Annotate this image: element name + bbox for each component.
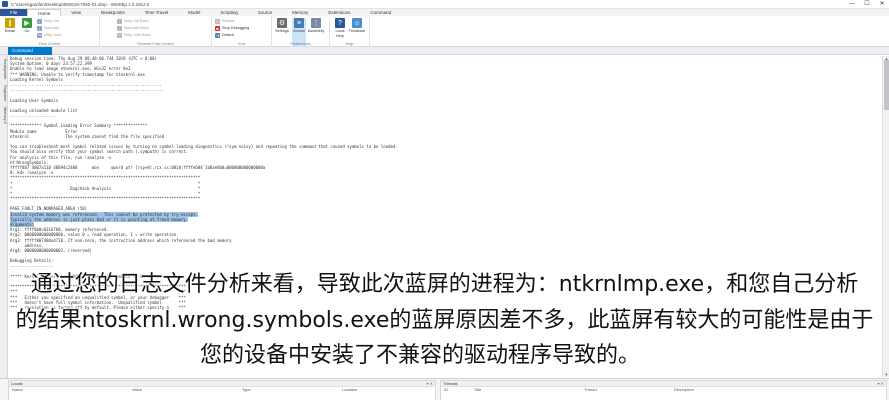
stop-icon: ■	[215, 25, 220, 31]
step-out-back-button[interactable]: ↑ Step Out Back	[117, 18, 151, 24]
stop-debugging-button[interactable]: ■ Stop Debugging	[215, 25, 249, 31]
step-into-button[interactable]: ↓ Step Into	[37, 25, 61, 31]
step-out-button[interactable]: ↑ Step Out	[37, 18, 61, 24]
tab-time-travel[interactable]: Time Travel	[135, 9, 178, 16]
reverse-flow-control-group: ↑ Step Out Back ↓ Step Into Back ↶ Step Ove…	[100, 16, 212, 47]
tab-model[interactable]: Model	[178, 9, 210, 16]
close-button[interactable]: ✕	[875, 0, 889, 9]
tab-home[interactable]: Home	[27, 9, 62, 16]
step-into-icon: ↓	[37, 25, 42, 31]
step-into-back-button[interactable]: ↓ Step Into Back	[117, 25, 151, 31]
tab-memory[interactable]: Memory	[282, 9, 318, 16]
step-out-icon: ↑	[37, 18, 42, 24]
locals-col-type[interactable]: Type	[239, 387, 339, 393]
step-into-back-icon: ↓	[117, 25, 122, 31]
pause-icon: ∥	[5, 18, 15, 28]
side-tab-registers[interactable]: Registers	[1, 85, 7, 101]
tab-scripting[interactable]: Scripting	[210, 9, 248, 16]
tab-command[interactable]: Command	[360, 9, 401, 16]
gear-icon: ⚙	[277, 18, 287, 28]
threads-col-title[interactable]: Title	[471, 387, 581, 393]
locals-col-value[interactable]: Value	[129, 387, 239, 393]
locals-col-location[interactable]: Location	[339, 387, 429, 393]
output-text: ntoskrnl The system cannot find the file…	[10, 133, 165, 139]
feedback-icon: ☺	[352, 18, 362, 28]
restart-icon: ↻	[215, 18, 220, 24]
maximize-button[interactable]: ☐	[860, 0, 874, 9]
scrollbar-thumb[interactable]	[884, 60, 889, 110]
output-text: ...................	[10, 113, 56, 119]
minimize-button[interactable]: —	[845, 0, 859, 9]
detach-icon: ⇥	[215, 32, 220, 38]
play-icon: ▶	[22, 18, 32, 28]
side-tab-memory[interactable]: Memory 0	[1, 107, 7, 124]
output-text: ****************************************…	[10, 196, 201, 202]
preferences-group: ⚙ Settings ≡ Source ⋮ Assembly Preferenc…	[272, 16, 330, 47]
help-icon: ?	[335, 18, 345, 28]
side-tab-breakpoints[interactable]: Breakpoints	[1, 59, 7, 79]
tab-breakpoints[interactable]: Breakpoints	[91, 9, 135, 16]
step-over-back-icon: ↶	[117, 32, 122, 38]
restart-button[interactable]: ↻ Restart	[215, 18, 249, 24]
locals-panel-controls-icon[interactable]: ▾ ✕	[427, 381, 433, 386]
tab-file[interactable]: File	[0, 9, 28, 16]
source-icon: ≡	[294, 18, 304, 28]
threads-col-description[interactable]: Description	[671, 387, 821, 393]
window-title: C:\Users\gao\fen\Desktop\092619-7062-01.…	[11, 1, 150, 7]
tab-command-window[interactable]: Command	[8, 47, 52, 55]
output-text: Loading User Symbols	[10, 97, 59, 103]
caption-line-1: 通过您的日志文件分析来看，导致此次蓝屏的进程为：ntkrnlmp.exe，和您自…	[30, 272, 859, 297]
help-group: ? Local Help ☺ Feedback Help	[330, 16, 370, 47]
document-tab-strip: Command	[0, 47, 889, 55]
tab-view[interactable]: View	[61, 9, 91, 16]
step-over-icon: ↷	[37, 32, 42, 38]
threads-panel-controls-icon[interactable]: ▾ ✕	[878, 381, 884, 386]
step-over-back-button[interactable]: ↶ Step Over Back	[117, 32, 151, 38]
scroll-down-icon[interactable]: ▼	[883, 372, 889, 377]
detach-button[interactable]: ⇥ Detach	[215, 32, 249, 38]
tab-extensions[interactable]: Extensions	[318, 9, 360, 16]
selected-output-text: Typically the address is just plain bad …	[10, 216, 189, 222]
step-out-back-icon: ↑	[117, 18, 122, 24]
output-text: ........................................…	[10, 87, 165, 93]
windbg-app-icon	[2, 1, 8, 7]
ribbon: ∥ Break ▶ Go ↑ Step Out ↓ Step Into ↷ Step …	[0, 16, 889, 47]
caption-line-2: 的结果ntoskrnl.wrong.symbols.exe的蓝屏原因差不多，此蓝…	[15, 308, 874, 333]
locals-col-name[interactable]: Name	[9, 387, 129, 393]
bottom-panel-area: Locals ▾ ✕ Name Value Type Location Thre…	[0, 378, 889, 400]
tab-source[interactable]: Source	[248, 9, 282, 16]
threads-col-thread[interactable]: Thread	[581, 387, 671, 393]
caption-line-3: 您的设备中安装了不兼容的驱动程序导致的。	[200, 343, 641, 368]
threads-col-id[interactable]: ID	[441, 387, 471, 393]
assembly-icon: ⋮	[311, 18, 321, 28]
threads-panel: Threads ▾ ✕ ID Title Thread Description	[440, 380, 887, 400]
flow-control-group: ∥ Break ▶ Go ↑ Step Out ↓ Step Into ↷ Step …	[0, 16, 100, 47]
title-bar: C:\Users\gao\fen\Desktop\092619-7062-01.…	[0, 0, 889, 9]
ribbon-tab-bar: File Home View Breakpoints Time Travel M…	[0, 9, 889, 16]
locals-panel: Locals ▾ ✕ Name Value Type Location	[8, 380, 436, 400]
end-group: ↻ Restart ■ Stop Debugging ⇥ Detach End	[212, 16, 272, 47]
output-text: Arg4: 0000000000000002, (reserved)	[10, 247, 92, 253]
step-over-button[interactable]: ↷ Step Over	[37, 32, 61, 38]
